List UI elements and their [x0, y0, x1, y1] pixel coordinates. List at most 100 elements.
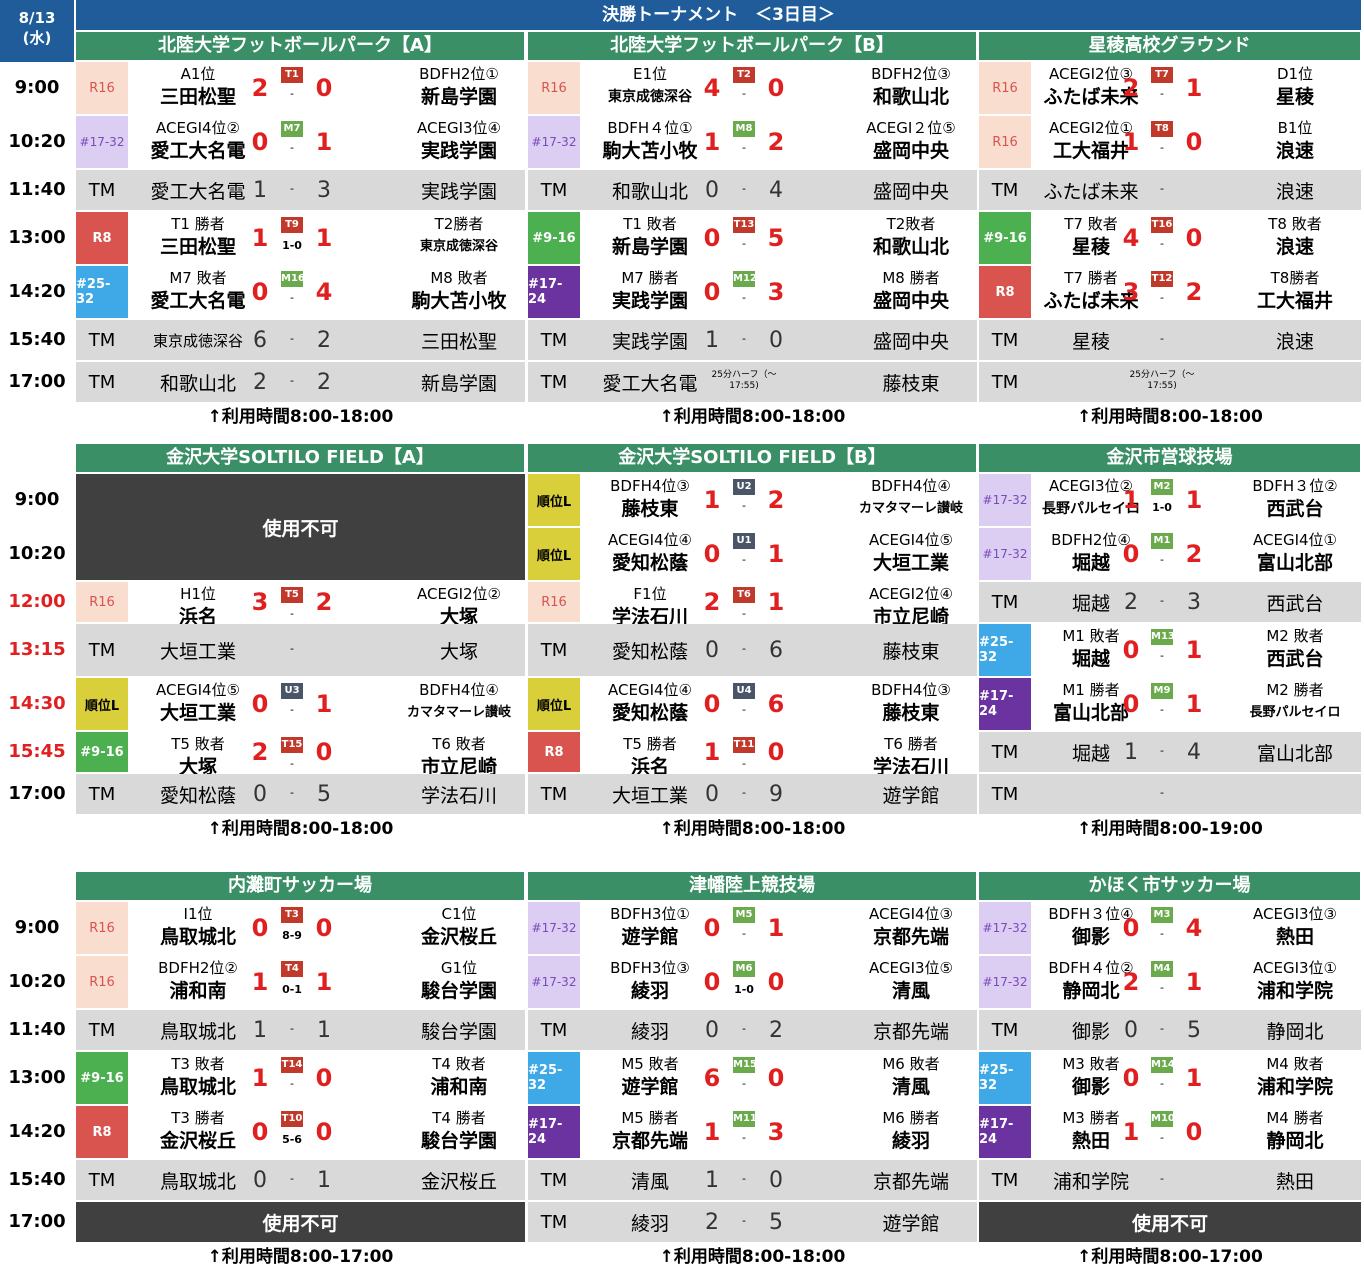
match-badge: T10: [281, 1111, 303, 1127]
right-team: ACEGI3位① 浦和学院: [1231, 956, 1359, 1004]
usage-note: ↑利用時間8:00-18:00: [207, 407, 394, 427]
slot-label: ACEGI3位④: [417, 119, 501, 137]
right-score: 3: [317, 177, 331, 203]
tm-row: TM 実践学園 1 0 - 盛岡中央: [528, 320, 977, 360]
dash: -: [1160, 553, 1164, 566]
usage-note: ↑利用時間8:00-18:00: [659, 819, 846, 839]
score-separator: -: [1144, 582, 1180, 622]
score-separator: U3 -: [274, 678, 310, 730]
left-score: 0: [253, 781, 267, 807]
round-tag: #25-32: [76, 266, 128, 318]
match-row: #17-32 BDFH４位② 静岡北 2 1 M4- ACEGI3位① 浦和学院: [979, 956, 1361, 1008]
tm-label: TM: [991, 783, 1019, 805]
team-name: 和歌山北: [872, 86, 949, 108]
right-team: M6 敗者 清風: [847, 1052, 975, 1100]
slot-label: BDFH4位③: [610, 477, 690, 495]
team-name: 実践学園: [420, 140, 497, 162]
round-tag: R8: [76, 1106, 128, 1158]
dash: -: [742, 291, 746, 304]
dash: -: [290, 642, 294, 655]
match-badge: M2: [1151, 479, 1173, 495]
left-score: 0: [251, 128, 269, 156]
usage-note: ↑利用時間8:00-18:00: [207, 819, 394, 839]
slot-label: BDFH３位②: [1252, 477, 1338, 495]
tm-label: TM: [991, 371, 1019, 393]
dash: -: [1160, 1022, 1164, 1035]
dash: -: [742, 703, 746, 716]
match-badge: T3: [281, 907, 303, 923]
dash: -: [290, 703, 294, 716]
dash: -: [742, 141, 746, 154]
round-tag: R8: [979, 266, 1031, 318]
score-separator: T15 -: [274, 732, 310, 772]
time-label: 14:20: [8, 281, 66, 302]
right-score: 0: [315, 738, 333, 766]
team-name: 鳥取城北: [159, 926, 236, 948]
round-tag: R16: [979, 62, 1031, 114]
right-score: 0: [767, 74, 785, 102]
match-row: R16 H1位 浜名 3 2 T5 - ACEGI2位② 大塚: [76, 582, 525, 628]
score-separator: T11 -: [726, 732, 762, 772]
team-name: 京都先端: [872, 926, 949, 948]
dash: -: [742, 927, 746, 940]
left-team: BDFH４位① 駒大苫小牧: [586, 116, 714, 164]
team-name: 富山北部: [1256, 552, 1333, 574]
match-badge: M8: [733, 121, 755, 137]
left-team: 鳥取城北: [159, 1170, 236, 1193]
right-team: BDFH2位③ 和歌山北: [847, 62, 975, 110]
right-team: 遊学館: [882, 784, 940, 807]
slot-label: T3 敗者: [171, 1055, 225, 1073]
right-score: 5: [769, 1209, 783, 1235]
tm-label: TM: [991, 179, 1019, 201]
team-name: 静岡北: [1266, 1130, 1324, 1152]
right-team: [1231, 362, 1359, 402]
slot-label: ACEGI4位④: [608, 681, 692, 699]
score-separator: M10 -: [1144, 1106, 1180, 1158]
left-team: T5 敗者 大塚: [134, 732, 262, 780]
score-separator: T4 0-1: [274, 956, 310, 1008]
left-team: E1位 東京成徳深谷: [586, 62, 714, 110]
score-separator: T16 -: [1144, 212, 1180, 264]
left-score: 1: [251, 1064, 269, 1092]
team-name: 駒大苫小牧: [411, 290, 507, 312]
left-score: 4: [1122, 224, 1140, 252]
left-team: 鳥取城北: [159, 1020, 236, 1043]
right-score: 1: [767, 540, 785, 568]
round-tag: #25-32: [528, 1052, 580, 1104]
team-name: 三田松聖: [159, 86, 236, 108]
left-score: 1: [703, 1118, 721, 1146]
right-score: 1: [767, 588, 785, 616]
left-team: H1位 浜名: [134, 582, 262, 630]
right-score: 1: [315, 968, 333, 996]
round-tag: #17-32: [528, 902, 580, 954]
slot-label: BDFH4位④: [419, 681, 499, 699]
match-row: 順位L ACEGI4位⑤ 大垣工業 0 1 U3 - BDFH4位④ カマタマーレ讃岐: [76, 678, 525, 730]
left-score: 6: [703, 1064, 721, 1092]
score-separator: -: [274, 624, 310, 676]
round-tag: #17-32: [979, 528, 1031, 580]
team-name: 京都先端: [611, 1130, 688, 1152]
left-score: 0: [1122, 690, 1140, 718]
dash: -: [742, 499, 746, 512]
score-separator: M9 -: [1144, 678, 1180, 730]
match-row: R16 I1位 鳥取城北 0 0 T3 8-9 C1位 金沢桜丘: [76, 902, 525, 954]
score-separator: -: [726, 774, 762, 814]
left-score: 1: [253, 1017, 267, 1043]
right-team: M4 勝者 静岡北: [1231, 1106, 1359, 1154]
right-score: 0: [769, 1167, 783, 1193]
round-tag: #17-24: [528, 266, 580, 318]
tm-row: TM 綾羽 0 2 - 京都先端: [528, 1010, 977, 1050]
slot-label: ACEGI3位③: [1253, 905, 1337, 923]
time-label: 10:20: [8, 131, 66, 152]
match-badge: M14: [1151, 1057, 1175, 1073]
left-score: 0: [1122, 1064, 1140, 1092]
dash: -: [290, 1022, 294, 1035]
right-score: 0: [1185, 1118, 1203, 1146]
match-row: #17-24 M3 勝者 熱田 1 0 M10- M4 勝者 静岡北: [979, 1106, 1361, 1158]
score-separator: T10 5-6: [274, 1106, 310, 1158]
left-team: M5 敗者 遊学館: [586, 1052, 714, 1100]
team-name: 駒大苫小牧: [602, 140, 698, 162]
right-score: 0: [767, 1064, 785, 1092]
dash: -: [290, 374, 294, 387]
right-score: 1: [1185, 486, 1203, 514]
